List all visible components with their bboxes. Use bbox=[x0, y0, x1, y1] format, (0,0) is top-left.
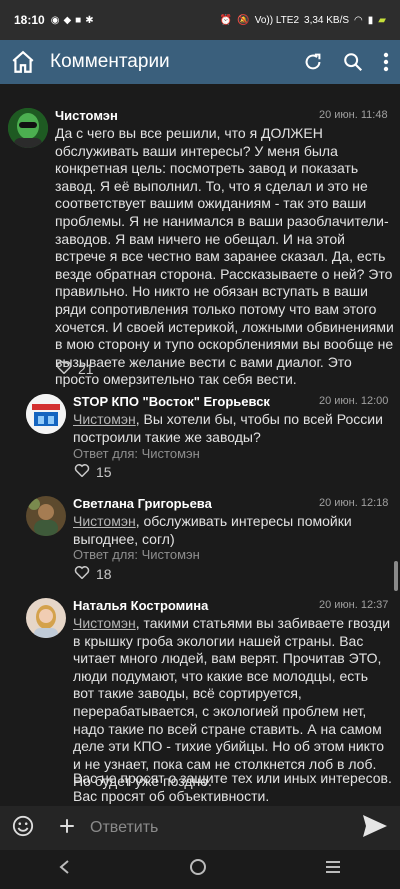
home-button-icon[interactable] bbox=[189, 858, 207, 881]
comment-text-paragraph: Вас не просят о защите тех или иных инте… bbox=[73, 770, 392, 804]
avatar[interactable] bbox=[26, 598, 66, 638]
heart-icon bbox=[56, 84, 72, 87]
scrollbar-thumb[interactable] bbox=[394, 561, 398, 591]
like-count: 18 bbox=[96, 565, 112, 582]
system-nav-bar bbox=[0, 850, 400, 889]
status-time: 18:10 bbox=[14, 13, 45, 27]
speed-label: 3,34 KB/S bbox=[304, 14, 350, 26]
avatar[interactable] bbox=[26, 496, 66, 536]
heart-icon bbox=[56, 360, 72, 377]
mention-link[interactable]: Чистомэн bbox=[73, 411, 136, 427]
back-icon[interactable] bbox=[58, 859, 72, 880]
attach-plus-icon[interactable] bbox=[58, 817, 76, 840]
mention-link[interactable]: Чистомэн bbox=[73, 615, 136, 631]
comment-author[interactable]: Чистомэн bbox=[55, 108, 118, 123]
comment-date: 20 июн. 12:00 bbox=[319, 395, 389, 407]
settings-icon: ✱ bbox=[85, 14, 94, 26]
battery-icon: ▰ bbox=[378, 14, 386, 26]
mute-icon: 🔕 bbox=[237, 14, 250, 26]
comments-list[interactable]: 16 Чистомэн 20 июн. 11:48 Да с чего вы в… bbox=[0, 84, 400, 806]
home-icon[interactable] bbox=[10, 49, 36, 75]
comment-text: Чистомэн, обслуживать интересы помойки в… bbox=[73, 513, 352, 547]
reply-input[interactable]: Ответить bbox=[90, 819, 158, 837]
avatar[interactable] bbox=[26, 394, 66, 434]
notification-icon: ■ bbox=[75, 14, 82, 26]
app-bar: Комментарии bbox=[0, 40, 400, 84]
status-bar: 18:10 ◉ ◆ ■ ✱ ⏰ 🔕 Vo)) LTE2 3,34 KB/S ◠ … bbox=[0, 0, 400, 40]
network-label: Vo)) LTE2 bbox=[254, 14, 300, 26]
previous-comment-likes[interactable]: 16 bbox=[56, 84, 94, 87]
comment-author[interactable]: Наталья Костромина bbox=[73, 598, 208, 613]
reply-to-label[interactable]: Ответ для: Чистомэн bbox=[73, 446, 200, 461]
whatsapp-icon: ◉ bbox=[50, 14, 60, 26]
heart-icon bbox=[74, 565, 90, 582]
like-button[interactable]: 15 bbox=[74, 463, 112, 480]
heart-icon bbox=[74, 463, 90, 480]
recent-apps-icon[interactable] bbox=[324, 859, 342, 880]
page-title: Комментарии bbox=[50, 51, 170, 72]
comment-date: 20 июн. 12:37 bbox=[319, 599, 389, 611]
comment-date: 20 июн. 11:48 bbox=[319, 109, 388, 121]
more-vert-icon[interactable] bbox=[382, 51, 390, 73]
reply-composer: Ответить bbox=[0, 806, 400, 850]
comment-text: Чистомэн, Вы хотели бы, чтобы по всей Ро… bbox=[73, 411, 383, 445]
signal-icon: ▮ bbox=[367, 14, 374, 26]
comment-text: Да с чего вы все решили, что я ДОЛЖЕН об… bbox=[55, 125, 394, 388]
like-button[interactable]: 18 bbox=[74, 565, 112, 582]
wifi-icon: ◠ bbox=[354, 14, 363, 26]
avatar[interactable] bbox=[8, 108, 48, 148]
emoji-icon[interactable] bbox=[12, 815, 34, 842]
like-count: 21 bbox=[78, 360, 94, 377]
send-icon[interactable] bbox=[362, 814, 388, 843]
like-button[interactable]: 21 bbox=[56, 360, 94, 377]
mention-link[interactable]: Чистомэн bbox=[73, 513, 136, 529]
comment-date: 20 июн. 12:18 bbox=[319, 497, 389, 509]
refresh-icon[interactable] bbox=[302, 51, 324, 73]
search-icon[interactable] bbox=[342, 51, 364, 73]
comment-text: Чистомэн, такими статьями вы забиваете г… bbox=[73, 615, 391, 790]
comment-author[interactable]: STOP КПО "Восток" Егорьевск bbox=[73, 394, 270, 409]
alarm-icon: ⏰ bbox=[219, 14, 233, 26]
reply-to-label[interactable]: Ответ для: Чистомэн bbox=[73, 547, 200, 562]
like-count: 15 bbox=[96, 463, 112, 480]
comment-author[interactable]: Светлана Григорьева bbox=[73, 496, 212, 511]
telegram-icon: ◆ bbox=[63, 14, 72, 26]
